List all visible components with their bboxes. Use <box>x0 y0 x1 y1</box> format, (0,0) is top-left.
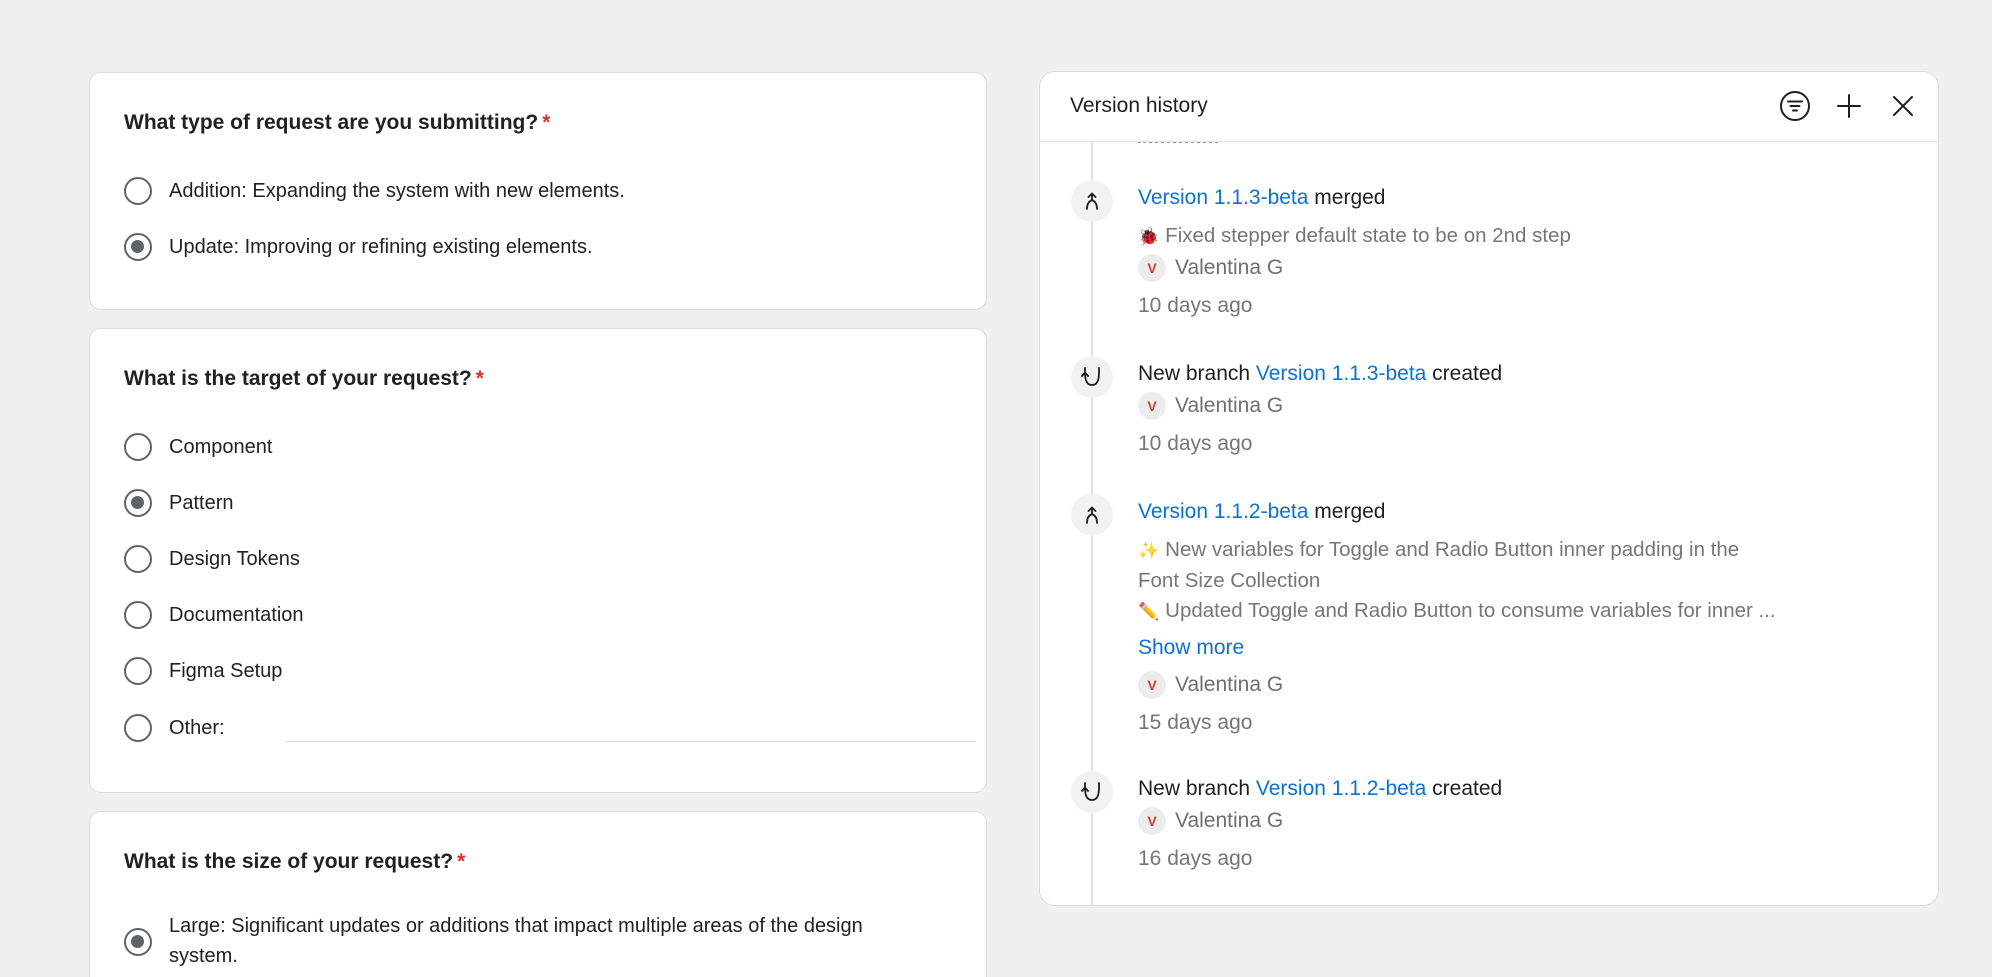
close-icon[interactable] <box>1885 88 1921 124</box>
question-card-request-type: What type of request are you submitting?… <box>89 72 987 310</box>
entry-title: Version 1.1.2-beta merged <box>1138 500 1386 523</box>
filter-icon[interactable] <box>1777 88 1813 124</box>
radio-option-pattern[interactable]: Pattern <box>124 489 233 518</box>
author: V Valentina G <box>1138 392 1283 420</box>
show-more-link[interactable]: Show more <box>1138 636 1244 660</box>
timestamp: 10 days ago <box>1138 294 1253 317</box>
timestamp: 15 days ago <box>1138 711 1253 734</box>
radio-option-addition[interactable]: Addition: Expanding the system with new … <box>124 177 625 206</box>
question-title: What is the size of your request? * <box>124 850 466 873</box>
question-title: What type of request are you submitting?… <box>124 111 551 134</box>
sparkles-icon: ✨ <box>1138 541 1160 560</box>
radio-label: Large: Significant updates or additions … <box>169 915 863 967</box>
radio-option-documentation[interactable]: Documentation <box>124 601 304 630</box>
radio-button[interactable] <box>124 657 152 685</box>
avatar: V <box>1138 392 1166 420</box>
version-link[interactable]: Version 1.1.3-beta <box>1138 186 1308 209</box>
author-name: Valentina G <box>1175 256 1284 279</box>
radio-label: Documentation <box>169 604 304 626</box>
radio-label: Update: Improving or refining existing e… <box>169 236 593 258</box>
radio-button[interactable] <box>124 601 152 629</box>
radio-button[interactable] <box>124 177 152 205</box>
radio-label: Pattern <box>169 492 234 514</box>
entry-title: New branch Version 1.1.3-beta created <box>1138 362 1503 385</box>
radio-label: Design Tokens <box>169 548 300 570</box>
branch-icon <box>1071 771 1113 813</box>
version-link[interactable]: Version 1.1.2-beta <box>1256 777 1426 800</box>
required-asterisk: * <box>542 111 551 134</box>
plus-icon[interactable] <box>1831 88 1867 124</box>
radio-button-selected[interactable] <box>124 928 152 956</box>
radio-label: Component <box>169 436 273 458</box>
radio-option-large[interactable]: Large: Significant updates or additions … <box>124 912 924 971</box>
radio-label: Figma Setup <box>169 660 283 682</box>
timestamp: 10 days ago <box>1138 432 1253 455</box>
entry-title: New branch Version 1.1.2-beta created <box>1138 777 1503 800</box>
version-history-panel: Version history Version 1.1.3-beta merge… <box>1039 71 1939 906</box>
radio-option-component[interactable]: Component <box>124 433 272 462</box>
radio-option-other[interactable]: Other: <box>124 714 984 743</box>
change-note: 🐞 Fixed stepper default state to be on 2n… <box>1138 224 1571 247</box>
author: V Valentina G <box>1138 807 1283 835</box>
version-link[interactable]: Version 1.1.2-beta <box>1138 500 1308 523</box>
radio-button-selected[interactable] <box>124 233 152 261</box>
avatar: V <box>1138 807 1166 835</box>
scrolled-content-fragment <box>1040 142 1938 156</box>
timestamp: 16 days ago <box>1138 847 1253 870</box>
question-card-request-target: What is the target of your request? * Com… <box>89 328 987 793</box>
required-asterisk: * <box>457 850 466 873</box>
radio-label: Addition: Expanding the system with new … <box>169 180 625 202</box>
change-note-continued: Font Size Collection <box>1138 569 1321 592</box>
question-card-request-size: What is the size of your request? * Large… <box>89 811 987 977</box>
bug-icon: 🐞 <box>1138 227 1160 246</box>
radio-button[interactable] <box>124 714 152 742</box>
radio-label: Other: <box>169 717 225 739</box>
question-title: What is the target of your request? * <box>124 367 484 390</box>
panel-title: Version history <box>1070 94 1208 117</box>
radio-option-design-tokens[interactable]: Design Tokens <box>124 545 300 574</box>
avatar: V <box>1138 254 1166 282</box>
other-text-input[interactable] <box>286 728 976 742</box>
radio-button[interactable] <box>124 433 152 461</box>
radio-option-update[interactable]: Update: Improving or refining existing e… <box>124 233 593 262</box>
author-name: Valentina G <box>1175 394 1284 417</box>
author-name: Valentina G <box>1175 673 1284 696</box>
merge-icon <box>1071 494 1113 536</box>
avatar: V <box>1138 671 1166 699</box>
page: What type of request are you submitting?… <box>0 0 1992 977</box>
author-name: Valentina G <box>1175 809 1284 832</box>
version-link[interactable]: Version 1.1.3-beta <box>1256 362 1426 385</box>
change-note: ✨ New variables for Toggle and Radio Butt… <box>1138 538 1740 561</box>
radio-button[interactable] <box>124 545 152 573</box>
author: V Valentina G <box>1138 254 1283 282</box>
branch-icon <box>1071 356 1113 398</box>
panel-header: Version history <box>1040 72 1938 142</box>
pencil-icon: ✏️ <box>1138 602 1160 621</box>
entry-title: Version 1.1.3-beta merged <box>1138 186 1386 209</box>
radio-option-figma-setup[interactable]: Figma Setup <box>124 657 282 686</box>
required-asterisk: * <box>475 367 484 390</box>
change-note: ✏️ Updated Toggle and Radio Button to con… <box>1138 599 1776 622</box>
merge-icon <box>1071 180 1113 222</box>
author: V Valentina G <box>1138 671 1283 699</box>
radio-button-selected[interactable] <box>124 489 152 517</box>
